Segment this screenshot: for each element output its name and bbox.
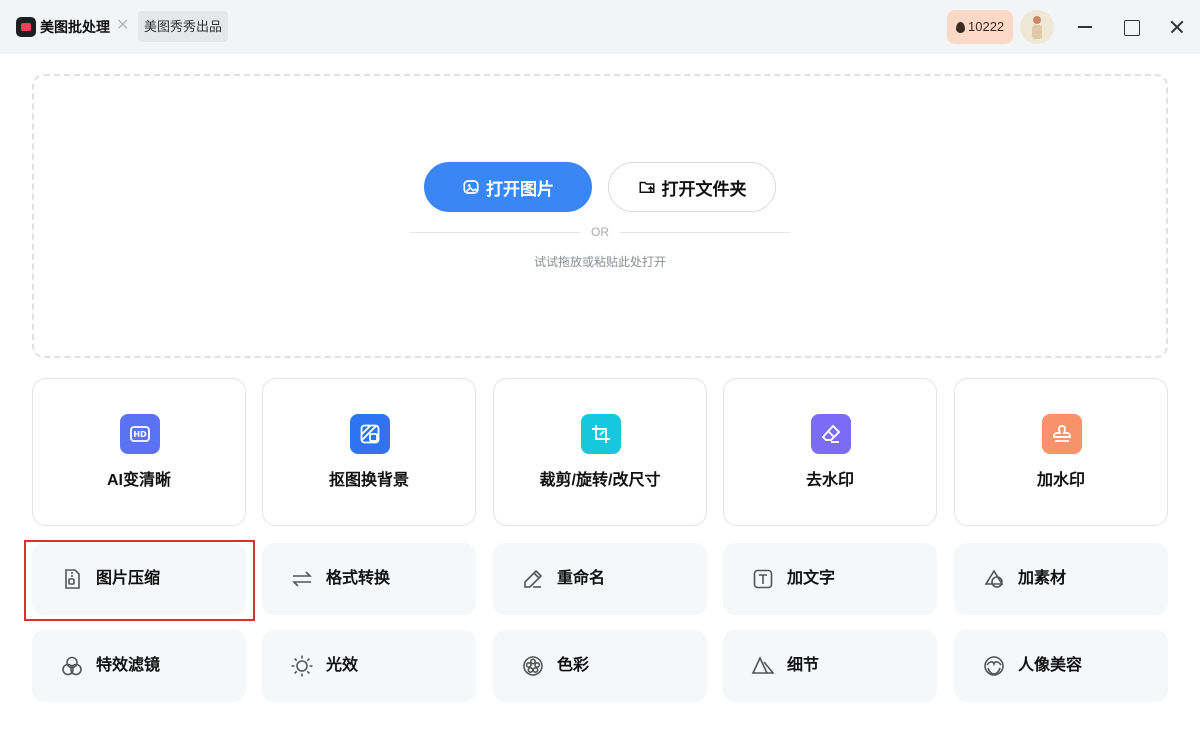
tool-color[interactable]: 色彩 <box>493 630 707 702</box>
tool-portrait-beauty[interactable]: 人像美容 <box>954 630 1168 702</box>
app-title: 美图批处理 <box>40 19 110 35</box>
tool-label: 图片压缩 <box>96 570 161 587</box>
avatar[interactable] <box>1020 10 1054 44</box>
tool-label: 人像美容 <box>1018 657 1083 674</box>
tab-close-icon[interactable]: ✕ <box>116 15 129 37</box>
sun-icon <box>291 655 313 677</box>
tool-label: 格式转换 <box>326 570 391 587</box>
tool-label: 加文字 <box>787 570 836 587</box>
open-image-label: 打开图片 <box>486 179 554 199</box>
tool-light-effect[interactable]: 光效 <box>262 630 476 702</box>
folder-icon <box>639 181 654 193</box>
feature-label: 加水印 <box>1036 472 1085 489</box>
stamp-icon <box>1042 414 1082 454</box>
drop-hint: 试试拖放或粘贴此处打开 <box>533 255 666 269</box>
open-folder-button[interactable]: 打开文件夹 <box>608 162 776 212</box>
tool-add-sticker[interactable]: 加素材 <box>954 543 1168 615</box>
close-window-button[interactable] <box>1162 12 1192 42</box>
svg-text:HD: HD <box>133 430 147 439</box>
detail-icon <box>751 656 775 674</box>
tool-label: 重命名 <box>557 570 606 587</box>
title-bar: 美图批处理 ✕ 美图秀秀出品 10222 <box>0 0 1200 54</box>
tool-compress[interactable]: 图片压缩 <box>32 543 246 615</box>
feature-card-remove-watermark[interactable]: 去水印 <box>723 378 937 526</box>
feature-label: 抠图换背景 <box>328 472 409 489</box>
hd-icon: HD <box>120 414 160 454</box>
cutout-icon <box>350 414 390 454</box>
feature-card-crop[interactable]: 裁剪/旋转/改尺寸 <box>493 378 707 526</box>
feature-label: AI变清晰 <box>106 472 171 489</box>
bean-icon <box>956 22 965 33</box>
divider-right <box>620 232 790 233</box>
maximize-button[interactable] <box>1116 12 1146 42</box>
portrait-icon <box>984 656 1004 676</box>
tool-label: 细节 <box>787 657 820 674</box>
minimize-button[interactable] <box>1070 12 1100 42</box>
filter-icon <box>62 656 82 676</box>
brand-tag: 美图秀秀出品 <box>138 11 229 42</box>
coins-badge[interactable]: 10222 <box>947 10 1013 44</box>
sticker-icon <box>984 569 1004 588</box>
tool-label: 特效滤镜 <box>96 657 161 674</box>
open-image-button[interactable]: 打开图片 <box>424 162 592 212</box>
drop-zone[interactable] <box>32 74 1168 358</box>
coins-value: 10222 <box>968 19 1005 34</box>
app-logo-icon <box>16 17 36 37</box>
tool-label: 光效 <box>326 657 359 674</box>
feature-label: 裁剪/旋转/改尺寸 <box>539 472 661 489</box>
tool-detail[interactable]: 细节 <box>723 630 937 702</box>
feature-card-cutout[interactable]: 抠图换背景 <box>262 378 476 526</box>
divider-left <box>410 232 580 233</box>
swap-icon <box>292 571 312 587</box>
crop-icon <box>581 414 621 454</box>
feature-label: 去水印 <box>805 472 854 489</box>
tool-format-convert[interactable]: 格式转换 <box>262 543 476 615</box>
tool-add-text[interactable]: 加文字 <box>723 543 937 615</box>
color-icon <box>523 656 543 676</box>
pencil-icon <box>524 569 543 588</box>
tool-rename[interactable]: 重命名 <box>493 543 707 615</box>
feature-card-ai-enhance[interactable]: HD AI变清晰 <box>32 378 246 526</box>
tool-label: 色彩 <box>557 657 590 674</box>
tool-filter[interactable]: 特效滤镜 <box>32 630 246 702</box>
eraser-icon <box>811 414 851 454</box>
tool-label: 加素材 <box>1018 570 1067 587</box>
open-folder-label: 打开文件夹 <box>661 179 747 199</box>
image-icon <box>463 180 479 194</box>
compress-icon <box>65 569 80 589</box>
feature-card-add-watermark[interactable]: 加水印 <box>954 378 1168 526</box>
or-text: OR <box>591 225 609 239</box>
text-icon <box>753 569 773 589</box>
